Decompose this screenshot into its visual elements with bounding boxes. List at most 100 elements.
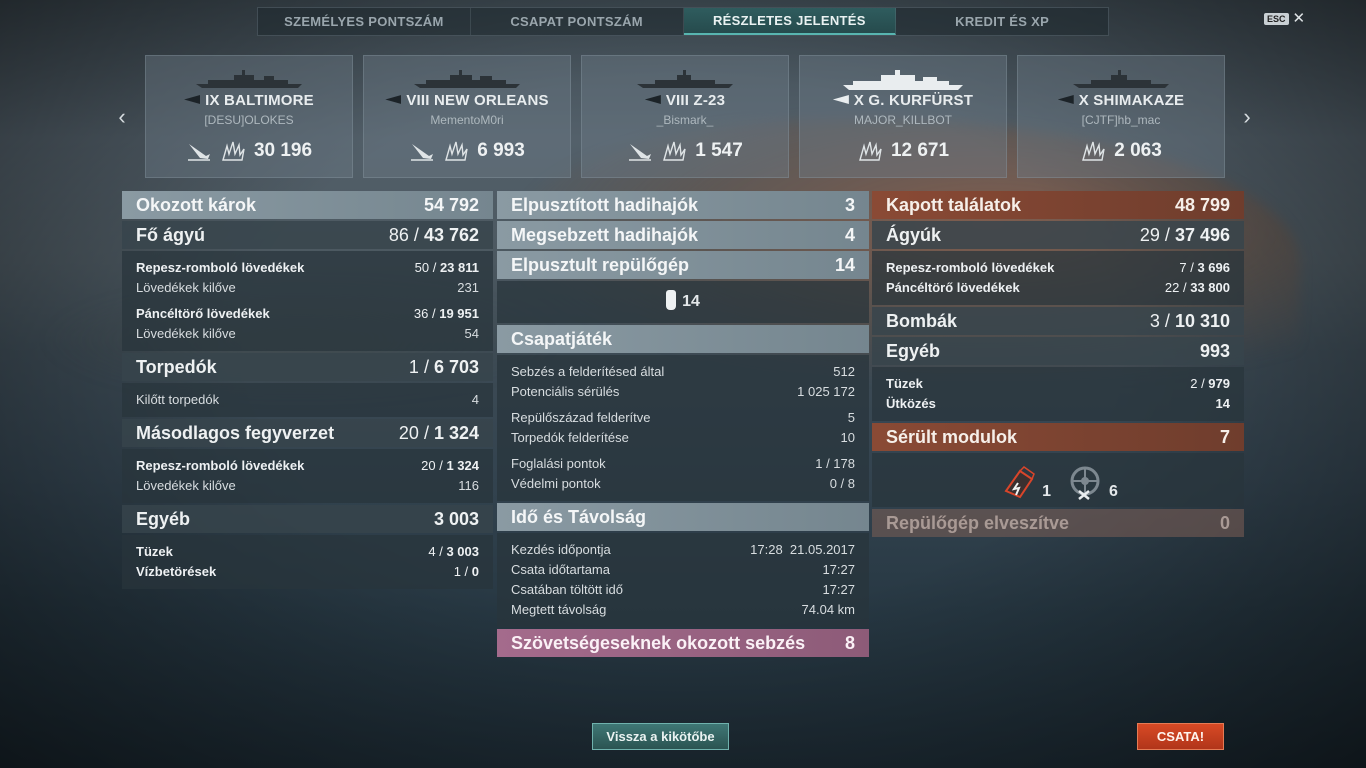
destroyer-class-icon [1057,95,1074,104]
battle-button[interactable]: CSATA! [1137,723,1224,750]
planes-lost-row: Repülőgép elveszítve 0 [872,509,1244,537]
player-name: [DESU]OLOKES [204,113,294,127]
secondary-fired-row: Lövedékek kilőve 116 [136,477,479,493]
ship-name: IX BALTIMORE [205,92,314,109]
ship-card[interactable]: X SHIMAKAZE [CJTF]hb_mac 2 063 [1017,55,1225,178]
steering-damaged-icon [1070,466,1100,500]
tab-detailed-report[interactable]: RÉSZLETES JELENTÉS [683,8,897,35]
ship-card[interactable]: VIII Z-23 _Bismark_ 1 547 [581,55,789,178]
damage-dealt-header: Okozott károk 54 792 [122,191,493,219]
damage-received-panel: Kapott találatok 48 799 Ágyúk 29 / 37 496 … [872,191,1244,539]
received-other-row: Egyéb 993 [872,337,1244,365]
secondary-he-row: Repesz-romboló lövedékek 20 / 1 324 [136,457,479,473]
received-guns-row: Ágyúk 29 / 37 496 [872,221,1244,249]
other-damage-details: Tüzek 4 / 3 003 Vízbetörések 1 / 0 [122,535,493,589]
received-ramming-row: Ütközés 14 [886,395,1230,411]
sunk-ship-icon [411,144,434,161]
teamplay-details: Sebzés a felderítésed által 512 Potenciál… [497,355,869,501]
player-name: MAJOR_KILLBOT [853,113,953,127]
battle-duration-row: Csata időtartama 17:27 [511,561,855,577]
report-tabs: SZEMÉLYES PONTSZÁM CSAPAT PONTSZÁM RÉSZL… [257,7,1109,36]
he-shells-fired-row: Lövedékek kilőve 231 [136,279,479,295]
next-arrow-icon[interactable]: › [1239,104,1255,129]
received-other-details: Tüzek 2 / 979 Ütközés 14 [872,367,1244,421]
flooding-row: Vízbetörések 1 / 0 [136,563,479,579]
sunk-ship-icon [187,144,210,161]
start-time-row: Kezdés időpontja 17:28 21.05.2017 [511,541,855,557]
secondary-battery-row: Másodlagos fegyverzet 20 / 1 324 [122,419,493,447]
planes-destroyed-row: Elpusztult repülőgép 14 [497,251,869,279]
plane-icon [666,290,677,310]
received-he-row: Repesz-romboló lövedékek 7 / 3 696 [886,259,1230,275]
damage-icon [222,141,245,161]
cruiser-silhouette-icon [414,70,520,88]
close-icon: ✕ [1292,10,1306,27]
ship-name: X SHIMAKAZE [1078,92,1185,109]
results-panel: Elpusztított hadihajók 3 Megsebzett hadih… [497,191,869,659]
destroyer-silhouette-icon [637,70,733,88]
ship-card[interactable]: VIII NEW ORLEANS MementoM0ri 6 993 [363,55,571,178]
engine-module: 1 [998,465,1051,501]
back-to-port-button[interactable]: Vissza a kikötőbe [592,723,729,750]
ships-damaged-row: Megsebzett hadihajók 4 [497,221,869,249]
damage-icon [445,141,468,161]
time-distance-details: Kezdés időpontja 17:28 21.05.2017 Csata i… [497,533,869,627]
time-in-battle-row: Csatában töltött idő 17:27 [511,581,855,597]
main-battery-details: Repesz-romboló lövedékek 50 / 23 811 Löve… [122,251,493,351]
cruiser-class-icon [184,95,201,104]
damage-value: 1 547 [695,140,743,161]
tab-team-score[interactable]: CSAPAT PONTSZÁM [471,8,684,35]
esc-close-button[interactable]: ESC ✕ [1264,10,1306,27]
tab-credits-xp[interactable]: KREDIT ÉS XP [896,8,1108,35]
cruiser-class-icon [385,95,402,104]
main-battery-row: Fő ágyú 86 / 43 762 [122,221,493,249]
damaged-modules-detail: 1 6 [872,453,1244,507]
he-shells-row: Repesz-romboló lövedékek 50 / 23 811 [136,259,479,275]
esc-key-label: ESC [1264,13,1289,25]
torpedoes-row: Torpedók 1 / 6 703 [122,353,493,381]
engine-damaged-icon [1004,466,1036,499]
battleship-class-icon [832,95,849,104]
steering-module: 6 [1065,465,1118,501]
damaged-modules-header: Sérült modulok 7 [872,423,1244,451]
damage-value: 6 993 [477,140,525,161]
potential-damage-row: Potenciális sérülés 1 025 172 [511,383,855,399]
damage-icon [1082,141,1105,161]
ship-card[interactable]: IX BALTIMORE [DESU]OLOKES 30 196 [145,55,353,178]
cruiser-silhouette-icon [196,70,302,88]
damage-value: 12 671 [890,140,950,161]
tab-personal-score[interactable]: SZEMÉLYES PONTSZÁM [258,8,471,35]
player-name: _Bismark_ [656,113,714,127]
torpedoes-spotted-row: Torpedók felderítése 10 [511,429,855,445]
planes-destroyed-detail: 14 [497,281,869,323]
squadrons-spotted-row: Repülőszázad felderítve 5 [511,409,855,425]
time-distance-header: Idő és Távolság [497,503,869,531]
torpedoes-fired-row: Kilőtt torpedók 4 [136,391,479,407]
battleship-silhouette-icon [843,70,963,90]
damage-value: 30 196 [253,140,313,161]
ships-destroyed-row: Elpusztított hadihajók 3 [497,191,869,219]
player-name: MementoM0ri [430,113,504,127]
received-ap-row: Páncéltörő lövedékek 22 / 33 800 [886,279,1230,295]
destroyer-class-icon [644,95,661,104]
capture-points-row: Foglalási pontok 1 / 178 [511,455,855,471]
hits-received-header: Kapott találatok 48 799 [872,191,1244,219]
player-name: [CJTF]hb_mac [1081,113,1161,127]
ship-name: VIII NEW ORLEANS [406,92,549,109]
ship-card[interactable]: X G. KURFÜRST MAJOR_KILLBOT 12 671 [799,55,1007,178]
teamplay-header: Csapatjáték [497,325,869,353]
damage-dealt-panel: Okozott károk 54 792 Fő ágyú 86 / 43 762 R… [122,191,493,591]
ap-shells-fired-row: Lövedékek kilőve 54 [136,325,479,341]
sunk-ship-icon [629,144,652,161]
torpedo-details: Kilőtt torpedók 4 [122,383,493,417]
ap-shells-row: Páncéltörő lövedékek 36 / 19 951 [136,305,479,321]
damage-icon [663,141,686,161]
ally-damage-row: Szövetségeseknek okozott sebzés 8 [497,629,869,657]
received-bombs-row: Bombák 3 / 10 310 [872,307,1244,335]
damage-value: 2 063 [1114,140,1162,161]
fires-row: Tüzek 4 / 3 003 [136,543,479,559]
secondary-details: Repesz-romboló lövedékek 20 / 1 324 Löved… [122,449,493,503]
prev-arrow-icon[interactable]: ‹ [114,104,130,129]
spotting-damage-row: Sebzés a felderítésed által 512 [511,363,855,379]
received-fires-row: Tüzek 2 / 979 [886,375,1230,391]
